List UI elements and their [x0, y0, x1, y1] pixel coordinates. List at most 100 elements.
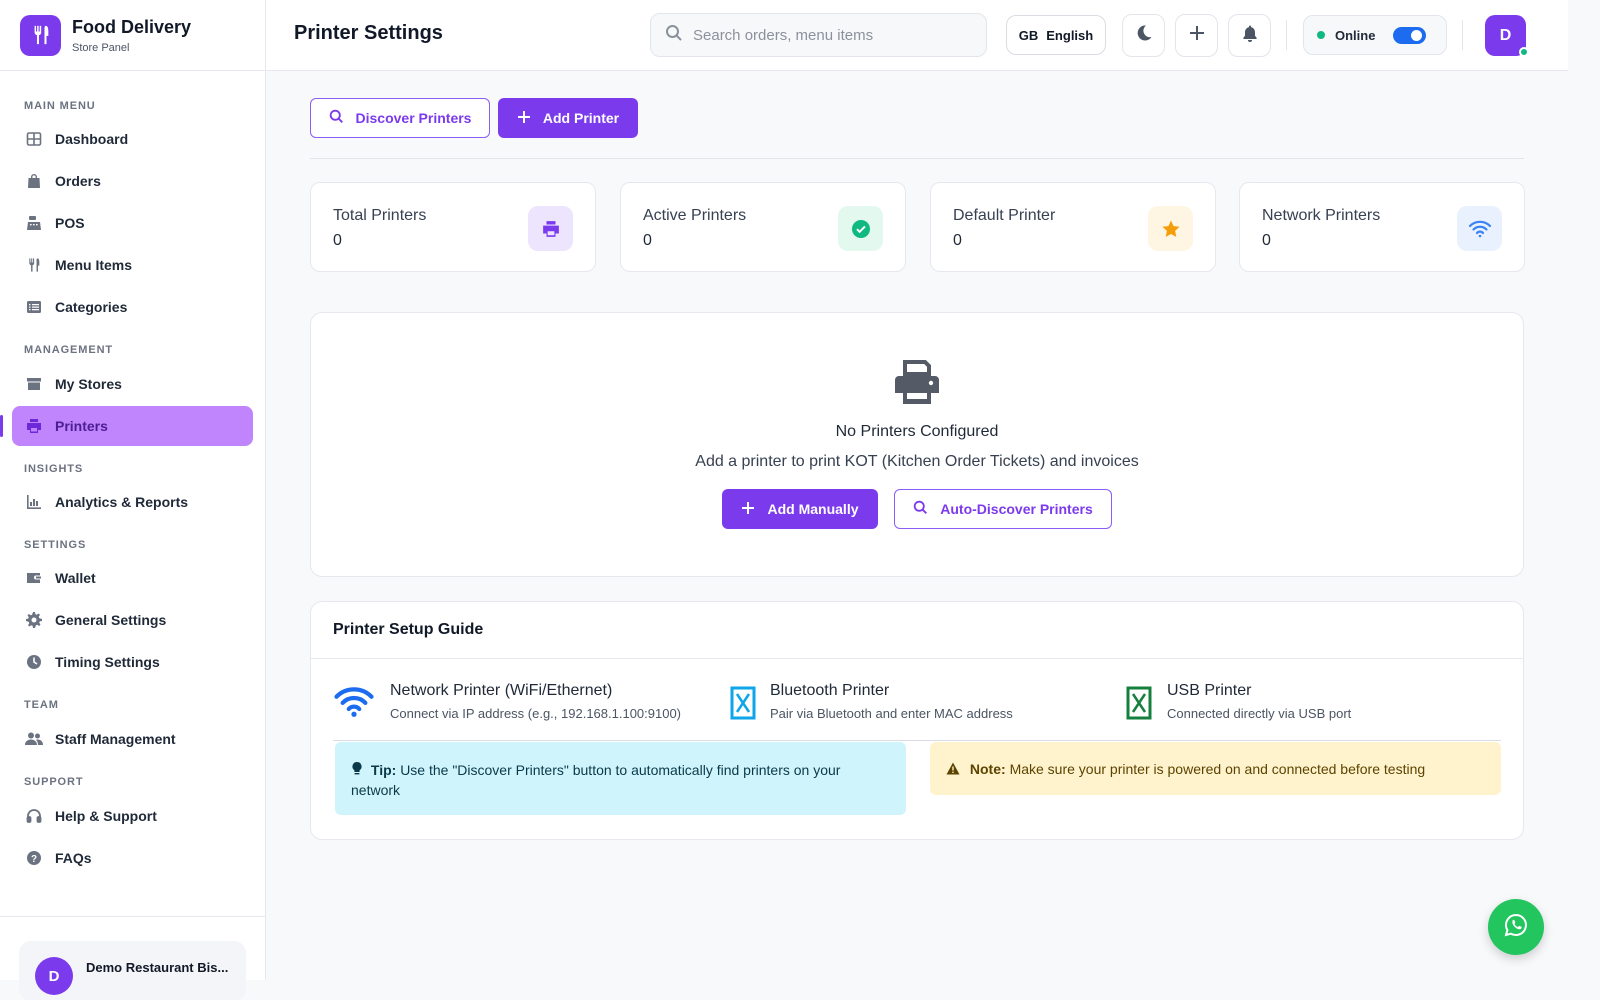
guide-item-usb: USB Printer Connected directly via USB p…: [1126, 682, 1351, 725]
online-toggle-switch[interactable]: [1393, 27, 1426, 44]
sidebar-item-label: General Settings: [55, 612, 167, 628]
language-selector[interactable]: GB English: [1006, 15, 1106, 55]
sidebar-item-label: Help & Support: [55, 808, 157, 824]
notifications-button[interactable]: [1228, 14, 1271, 57]
printer-icon: [893, 359, 941, 412]
store-switcher[interactable]: D Demo Restaurant Bis...: [19, 941, 246, 1000]
tip-text: Use the "Discover Printers" button to au…: [351, 762, 841, 798]
sidebar-item-label: Wallet: [55, 570, 96, 586]
add-button[interactable]: [1175, 14, 1218, 57]
store-name: Demo Restaurant Bis...: [86, 960, 229, 975]
sidebar-item-dashboard[interactable]: Dashboard: [12, 119, 253, 159]
bell-icon: [1241, 24, 1259, 47]
brand-subtitle: Store Panel: [72, 42, 130, 54]
sidebar-item-help-support[interactable]: Help & Support: [12, 796, 253, 836]
guide-item-desc: Pair via Bluetooth and enter MAC address: [770, 706, 1013, 721]
status-dot: [1317, 31, 1325, 39]
section-title-management: MANAGEMENT: [24, 344, 114, 356]
sidebar-item-categories[interactable]: Categories: [12, 287, 253, 327]
stat-label: Active Printers: [643, 207, 747, 224]
sidebar-item-my-stores[interactable]: My Stores: [12, 364, 253, 404]
moon-icon: [1135, 24, 1153, 47]
sidebar: Food Delivery Store Panel MAIN MENU Dash…: [0, 0, 266, 1000]
discover-printers-button[interactable]: Discover Printers: [310, 98, 490, 138]
search-input[interactable]: [693, 26, 963, 44]
sidebar-item-wallet[interactable]: Wallet: [12, 558, 253, 598]
auto-discover-printers-button[interactable]: Auto-Discover Printers: [894, 489, 1112, 529]
store-avatar: D: [35, 957, 73, 995]
sidebar-item-analytics[interactable]: Analytics & Reports: [12, 482, 253, 522]
guide-item-title: Network Printer (WiFi/Ethernet): [390, 682, 613, 699]
grid-icon: [24, 129, 44, 149]
plus-icon: [1188, 24, 1206, 47]
sidebar-item-timing-settings[interactable]: Timing Settings: [12, 642, 253, 682]
avatar-initial: D: [1499, 26, 1512, 44]
sidebar-item-orders[interactable]: Orders: [12, 161, 253, 201]
svg-text:?: ?: [31, 854, 37, 865]
wifi-icon: [333, 686, 377, 723]
dark-mode-button[interactable]: [1122, 14, 1165, 57]
add-printer-label: Add Printer: [542, 110, 620, 126]
header-divider: [1462, 20, 1463, 50]
sidebar-item-general-settings[interactable]: General Settings: [12, 600, 253, 640]
note-text: Make sure your printer is powered on and…: [1009, 761, 1426, 777]
bluetooth-icon: [730, 686, 756, 725]
whatsapp-button[interactable]: [1488, 899, 1544, 955]
add-manually-button[interactable]: Add Manually: [722, 489, 878, 529]
usb-icon: [1126, 686, 1152, 725]
users-icon: [24, 729, 44, 749]
user-avatar[interactable]: D: [1485, 15, 1529, 57]
note-alert: Note: Make sure your printer is powered …: [930, 742, 1501, 795]
sidebar-item-menu-items[interactable]: Menu Items: [12, 245, 253, 285]
stat-card-total-printers: Total Printers 0: [310, 182, 596, 272]
stat-value: 0: [643, 232, 652, 249]
sidebar-footer: D Demo Restaurant Bis...: [0, 916, 265, 1000]
guide-item-title: Bluetooth Printer: [770, 682, 890, 699]
discover-printers-label: Discover Printers: [355, 110, 472, 126]
header-divider: [1286, 20, 1287, 50]
sidebar-item-label: Dashboard: [55, 131, 129, 147]
section-title-team: TEAM: [24, 699, 59, 711]
stat-label: Default Printer: [953, 207, 1056, 224]
guide-item-desc: Connect via IP address (e.g., 192.168.1.…: [390, 706, 682, 721]
add-manually-label: Add Manually: [767, 501, 859, 517]
sidebar-item-printers[interactable]: Printers: [0, 406, 253, 446]
sidebar-item-faqs[interactable]: ? FAQs: [12, 838, 253, 878]
section-title-main-menu: MAIN MENU: [24, 100, 96, 112]
guide-item-desc: Connected directly via USB port: [1167, 706, 1352, 721]
list-icon: [24, 297, 44, 317]
sidebar-item-pos[interactable]: POS: [12, 203, 253, 243]
question-icon: ?: [24, 848, 44, 868]
guide-divider: [333, 740, 1501, 741]
clock-icon: [24, 652, 44, 672]
empty-state-card: No Printers Configured Add a printer to …: [310, 312, 1524, 577]
star-icon: [1148, 206, 1193, 251]
plus-icon: [741, 501, 755, 518]
stat-value: 0: [333, 232, 342, 249]
stat-value: 0: [953, 232, 962, 249]
printer-icon: [24, 416, 44, 436]
printer-icon: [528, 206, 573, 251]
chart-icon: [24, 492, 44, 512]
stat-card-network-printers: Network Printers 0: [1239, 182, 1525, 272]
divider: [310, 158, 1524, 159]
search-icon: [665, 24, 683, 47]
online-status-toggle[interactable]: Online: [1303, 15, 1447, 55]
sidebar-item-label: Analytics & Reports: [55, 494, 189, 510]
avatar-online-dot: [1519, 47, 1529, 57]
headset-icon: [24, 806, 44, 826]
section-title-settings: SETTINGS: [24, 539, 87, 551]
search-icon: [329, 109, 344, 127]
tip-label: Tip:: [370, 762, 397, 778]
stat-label: Network Printers: [1262, 207, 1381, 224]
search-bar[interactable]: [650, 13, 987, 57]
printer-setup-guide: Printer Setup Guide Network Printer (WiF…: [310, 601, 1524, 840]
top-header: Printer Settings GB English Online D: [266, 0, 1568, 71]
sidebar-item-staff-management[interactable]: Staff Management: [12, 719, 253, 759]
add-printer-button[interactable]: Add Printer: [498, 98, 638, 138]
check-circle-icon: [838, 206, 883, 251]
brand[interactable]: Food Delivery Store Panel: [0, 0, 265, 71]
store-icon: [24, 374, 44, 394]
guide-item-network: Network Printer (WiFi/Ethernet) Connect …: [333, 682, 681, 723]
sidebar-item-label: Menu Items: [55, 257, 133, 273]
